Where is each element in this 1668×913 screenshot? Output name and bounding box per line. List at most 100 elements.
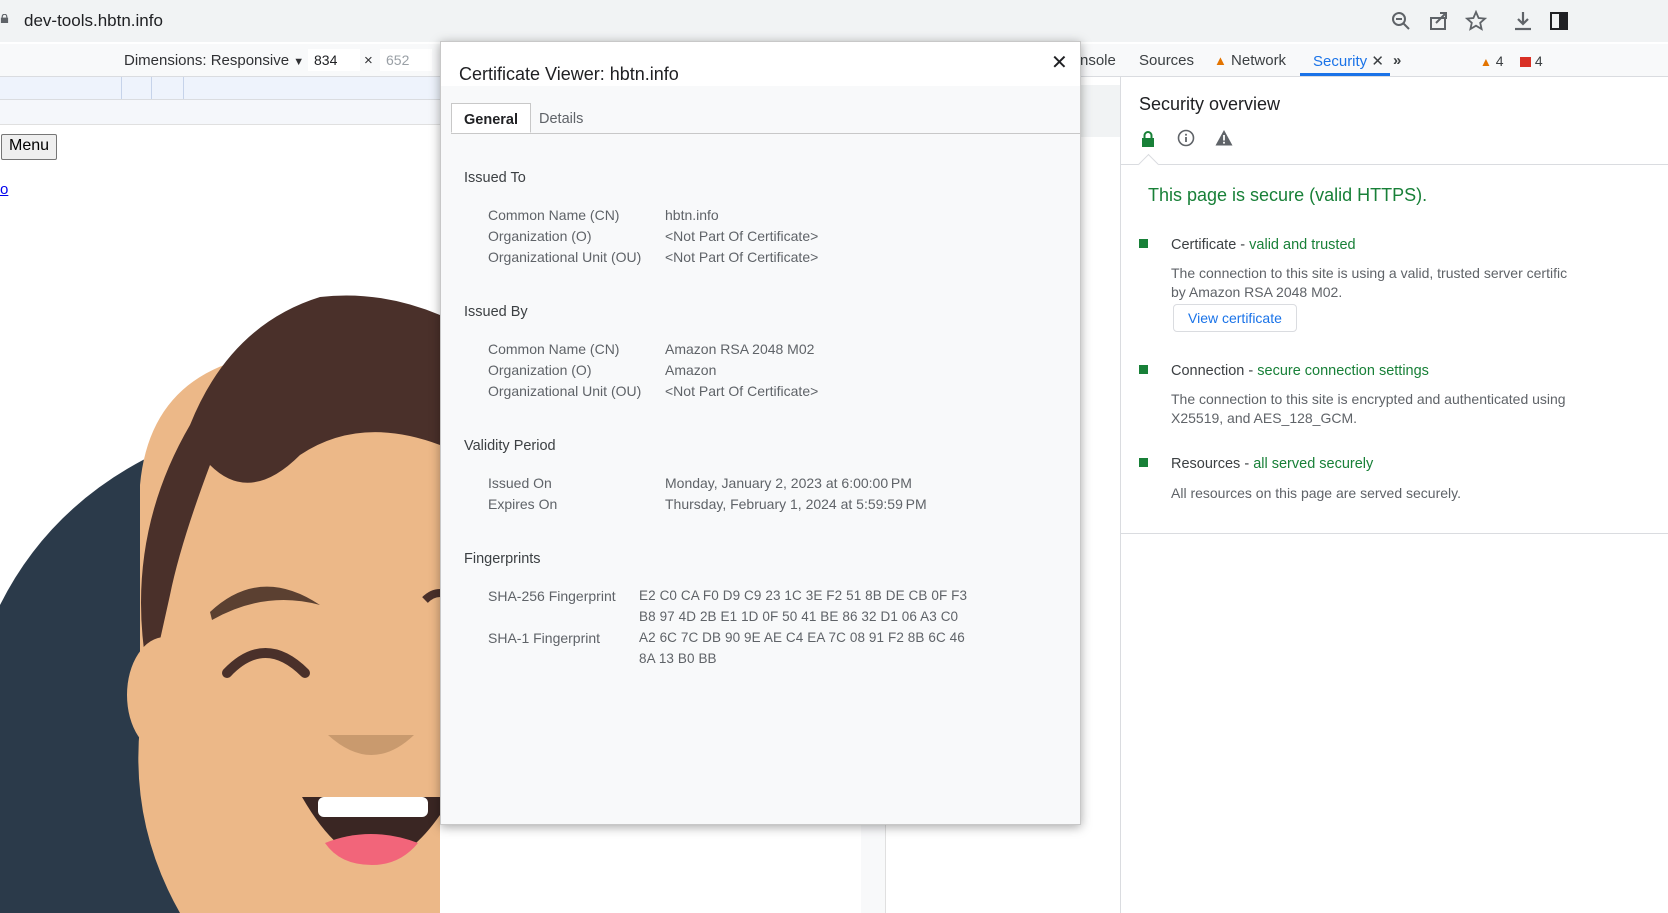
download-icon[interactable] <box>1512 10 1534 32</box>
sidebar-selected-item[interactable] <box>1080 85 1120 137</box>
page-link[interactable]: o <box>0 181 8 198</box>
section-divider <box>1121 533 1668 534</box>
security-overview-title: Security overview <box>1139 94 1281 114</box>
tab-sources[interactable]: Sources <box>1139 52 1194 69</box>
tab-console[interactable]: nsole <box>1080 52 1116 69</box>
warning-triangle-icon <box>1215 130 1233 146</box>
field-label: Organizational Unit (OU) <box>488 383 642 399</box>
ruler-tick <box>183 77 184 99</box>
field-label: SHA-1 Fingerprint <box>488 630 601 646</box>
field-value: Monday, January 2, 2023 at 6:00:00 PM <box>665 475 912 491</box>
separator: - <box>1236 237 1250 253</box>
field-value: <Not Part Of Certificate> <box>665 383 819 399</box>
certificate-tabs: General Details <box>451 103 1080 134</box>
resources-status: all served securely <box>1253 456 1374 472</box>
resources-status-bullet <box>1139 458 1148 467</box>
certificate-status: valid and trusted <box>1249 237 1356 253</box>
secure-lock-icon <box>1142 131 1154 147</box>
field-value: <Not Part Of Certificate> <box>665 249 819 265</box>
field-label: Common Name (CN) <box>488 207 620 223</box>
page-viewport: Menu o <box>0 125 440 913</box>
info-icon <box>1177 129 1195 147</box>
field-label: Common Name (CN) <box>488 341 620 357</box>
fingerprint-value: 8A 13 B0 BB <box>639 651 717 666</box>
certificate-status-bullet <box>1139 239 1148 248</box>
certificate-desc: The connection to this site is using a v… <box>1171 265 1568 281</box>
fingerprints-heading: Fingerprints <box>464 551 541 567</box>
resources-desc: All resources on this page are served se… <box>1171 485 1461 501</box>
dimensions-label: Dimensions: Responsive <box>124 52 290 69</box>
warning-icon: ▲ <box>1214 53 1227 68</box>
separator: - <box>1240 456 1254 472</box>
device-toolbar: Dimensions: Responsive ▼ 834 × 652 <box>0 44 440 77</box>
bookmark-star-icon[interactable] <box>1465 10 1487 32</box>
field-label: Organization (O) <box>488 362 592 378</box>
tab-security-label: Security <box>1313 53 1368 70</box>
warnings-count-value: 4 <box>1495 53 1504 69</box>
connection-title: Connection - secure connection settings <box>1171 363 1429 379</box>
selected-icon-notch <box>1137 153 1160 176</box>
field-label: Organization (O) <box>488 228 592 244</box>
field-label: Organizational Unit (OU) <box>488 249 642 265</box>
security-sidebar <box>1080 77 1121 913</box>
side-panel-icon[interactable] <box>1548 10 1570 32</box>
menu-button[interactable]: Menu <box>1 134 58 160</box>
dialog-title: Certificate Viewer: hbtn.info <box>459 64 679 84</box>
issued-to-heading: Issued To <box>464 170 526 186</box>
warnings-count[interactable]: ▲ 4 <box>1480 53 1504 69</box>
ruler-tick <box>151 77 152 99</box>
connection-status-bullet <box>1139 365 1148 374</box>
view-certificate-button[interactable]: View certificate <box>1173 304 1297 332</box>
lock-icon[interactable] <box>0 14 9 23</box>
active-tab-indicator <box>1300 73 1390 76</box>
url-text[interactable]: dev-tools.hbtn.info <box>24 11 163 31</box>
tab-network-label: Network <box>1231 52 1287 69</box>
dimension-separator: × <box>364 52 373 69</box>
more-tabs-icon[interactable]: » <box>1393 52 1401 69</box>
certificate-title-label: Certificate <box>1171 237 1237 253</box>
close-tab-icon[interactable]: ✕ <box>1371 53 1384 70</box>
tab-security[interactable]: Security ✕ <box>1313 52 1384 70</box>
validity-heading: Validity Period <box>464 438 556 454</box>
errors-count[interactable]: 4 <box>1520 53 1543 69</box>
ruler-tick <box>121 77 122 99</box>
share-icon[interactable] <box>1428 10 1450 32</box>
connection-desc: X25519, and AES_128_GCM. <box>1171 410 1358 426</box>
connection-desc: The connection to this site is encrypted… <box>1171 391 1566 407</box>
certificate-desc: by Amazon RSA 2048 M02. <box>1171 284 1343 300</box>
width-input[interactable]: 834 <box>308 49 360 71</box>
dimensions-dropdown[interactable]: Dimensions: Responsive ▼ <box>124 52 304 69</box>
media-query-bar[interactable] <box>0 77 440 100</box>
fingerprint-value: E2 C0 CA F0 D9 C9 23 1C 3E F2 51 8B DE C… <box>639 588 968 603</box>
error-icon <box>1520 57 1531 67</box>
connection-status: secure connection settings <box>1257 363 1429 379</box>
separator: - <box>1244 363 1258 379</box>
certificate-viewer-dialog: Certificate Viewer: hbtn.info ✕ General … <box>440 41 1081 825</box>
chevron-down-icon: ▼ <box>293 56 305 68</box>
avatar-illustration <box>0 295 440 913</box>
warning-icon: ▲ <box>1480 55 1492 69</box>
errors-count-value: 4 <box>1534 53 1543 69</box>
fingerprint-value: B8 97 4D 2B E1 1D 0F 50 41 BE 86 32 D1 0… <box>639 609 959 624</box>
tab-network[interactable]: ▲ Network <box>1214 52 1286 69</box>
zoom-icon[interactable] <box>1390 10 1412 32</box>
close-icon[interactable]: ✕ <box>1051 50 1068 75</box>
height-input[interactable]: 652 <box>380 49 432 71</box>
security-panel: Security overview This page is secure (v… <box>1121 77 1668 913</box>
field-label: SHA-256 Fingerprint <box>488 588 616 604</box>
address-bar: dev-tools.hbtn.info <box>0 0 1668 42</box>
field-value: Amazon <box>665 362 717 378</box>
tab-general[interactable]: General <box>451 103 531 133</box>
field-value: Thursday, February 1, 2024 at 5:59:59 PM <box>665 496 927 512</box>
field-label: Issued On <box>488 475 552 491</box>
field-value: <Not Part Of Certificate> <box>665 228 819 244</box>
security-headline: This page is secure (valid HTTPS). <box>1148 185 1428 205</box>
field-label: Expires On <box>488 496 558 512</box>
fingerprint-value: A2 6C 7C DB 90 9E AE C4 EA 7C 08 91 F2 8… <box>639 630 965 645</box>
field-value: Amazon RSA 2048 M02 <box>665 341 815 357</box>
connection-title-label: Connection <box>1171 363 1245 379</box>
tab-details[interactable]: Details <box>527 103 595 133</box>
certificate-title: Certificate - valid and trusted <box>1171 237 1356 253</box>
overview-divider <box>1121 164 1668 165</box>
issued-by-heading: Issued By <box>464 304 528 320</box>
